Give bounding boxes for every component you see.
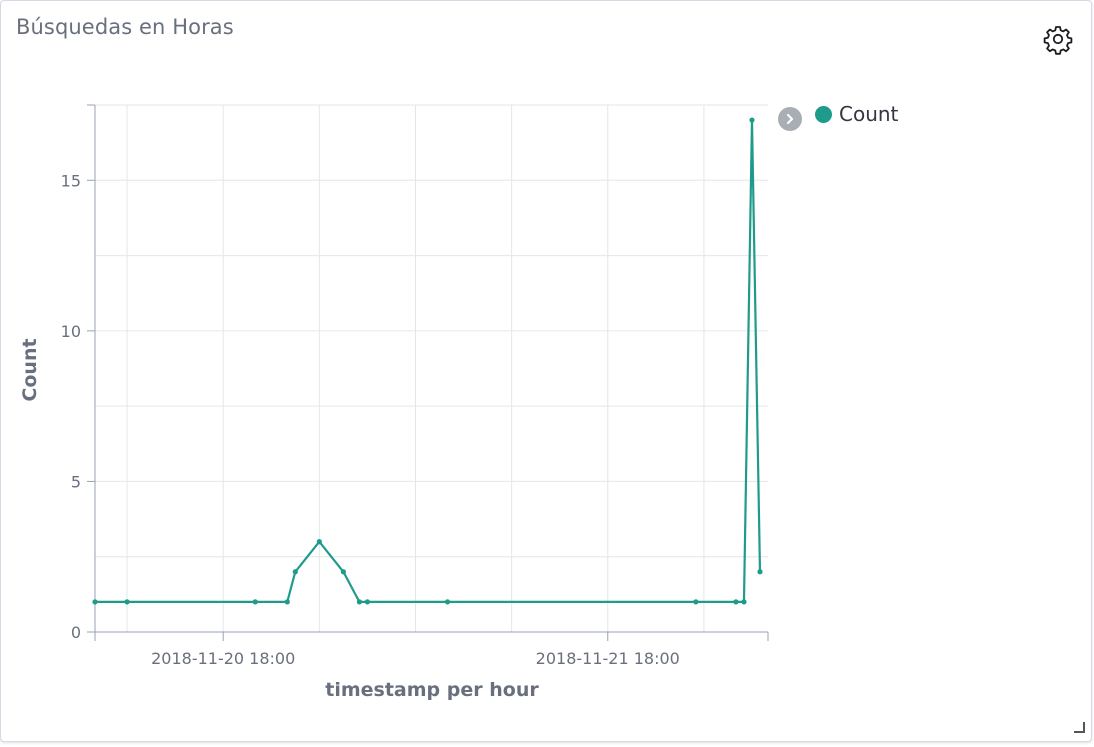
y-axis-title: Count	[19, 338, 41, 401]
data-point	[92, 599, 98, 605]
legend-color-dot	[815, 105, 832, 123]
resize-handle[interactable]	[1074, 722, 1085, 733]
data-point	[444, 599, 451, 605]
y-tick-label: 15	[61, 171, 81, 190]
y-tick-label: 10	[61, 322, 81, 341]
chevron-right-icon	[786, 113, 794, 125]
visualization-panel: Búsquedas en Horas 0 5 10 15 2018-11-20 18:0…	[0, 0, 1092, 742]
data-point	[757, 569, 763, 575]
data-point	[316, 539, 322, 545]
line-chart: 0 5 10 15 2018-11-20 18:00 2018-11-21 18:00 C…	[19, 104, 769, 701]
series-line-count	[95, 118, 762, 603]
chart-grid	[95, 104, 768, 633]
x-tick-label: 2018-11-21 18:00	[536, 649, 680, 668]
data-point	[364, 599, 371, 605]
x-tick-label: 2018-11-20 18:00	[151, 649, 295, 668]
data-point	[741, 599, 747, 605]
y-tick-label: 0	[71, 623, 81, 642]
data-point	[693, 599, 699, 605]
data-point	[749, 117, 755, 123]
legend-toggle-button[interactable]	[778, 107, 802, 131]
chart-series	[92, 117, 763, 605]
data-point	[356, 599, 362, 605]
data-point	[733, 599, 739, 605]
x-axis-title: timestamp per hour	[325, 679, 539, 701]
y-tick-label: 5	[71, 472, 81, 491]
data-point	[292, 569, 298, 575]
legend-item-label: Count	[839, 102, 899, 126]
data-point	[252, 599, 258, 605]
data-point	[284, 599, 290, 605]
data-point	[340, 569, 346, 575]
data-point	[124, 599, 130, 605]
chart-axes: 0 5 10 15 2018-11-20 18:00 2018-11-21 18:00	[61, 104, 769, 668]
legend-item-count[interactable]: Count	[815, 102, 898, 126]
